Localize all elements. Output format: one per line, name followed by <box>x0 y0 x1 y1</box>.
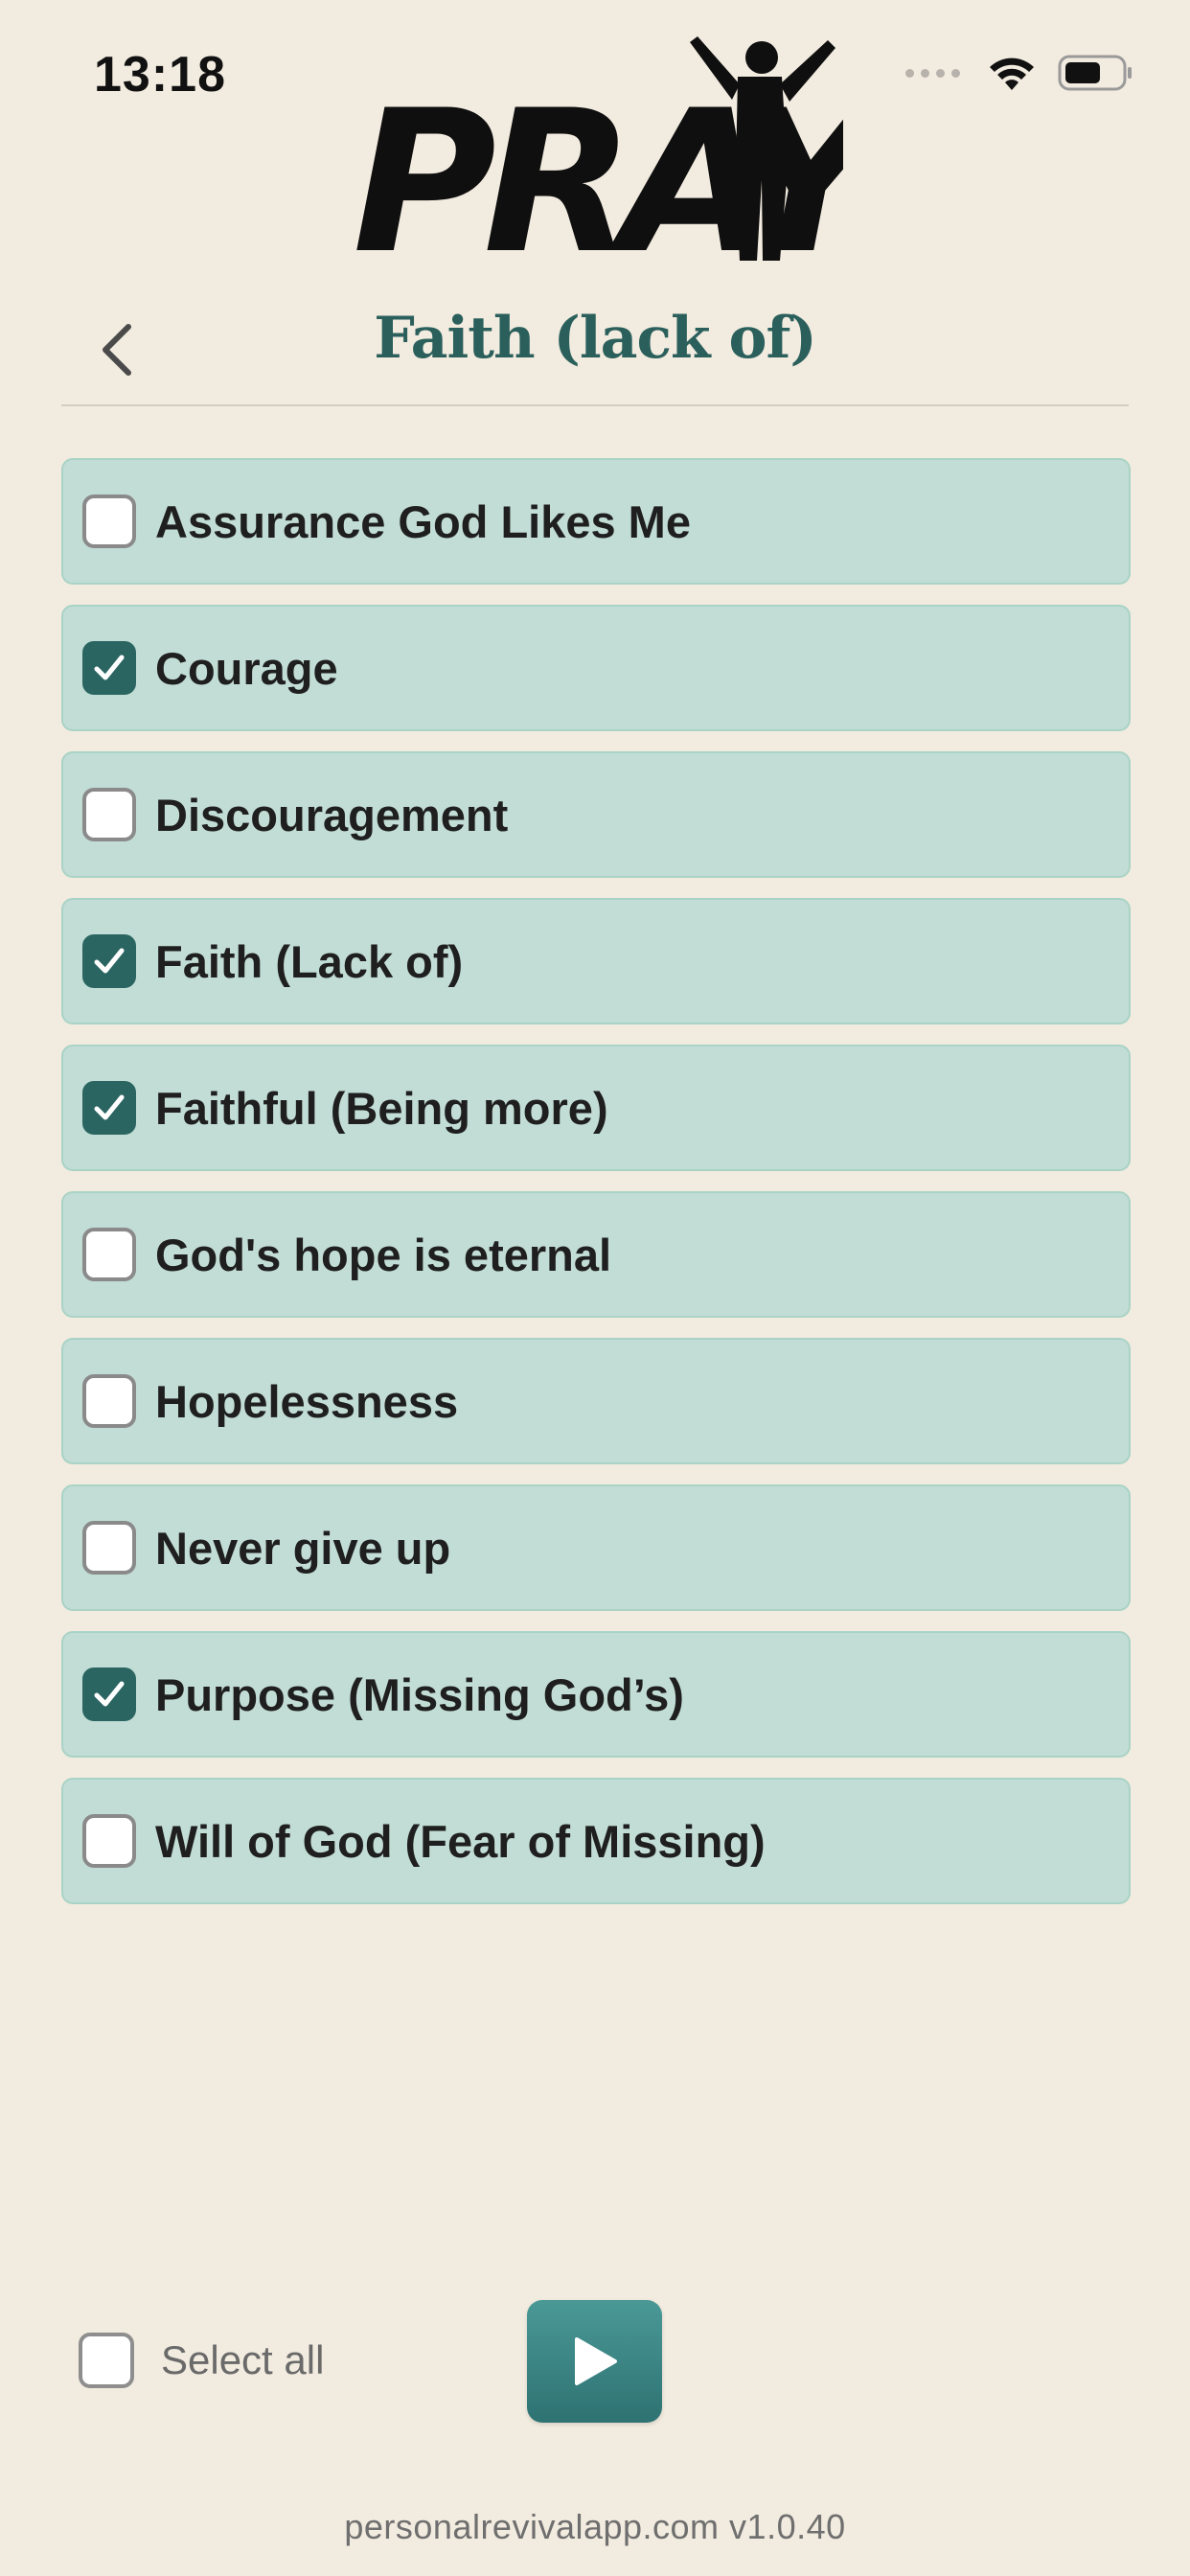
topic-checkbox[interactable] <box>82 1521 136 1575</box>
topic-row[interactable]: Discouragement <box>61 751 1131 878</box>
checkmark-icon <box>94 948 125 974</box>
topic-row[interactable]: Purpose (Missing God’s) <box>61 1631 1131 1758</box>
topic-checkbox[interactable] <box>82 641 136 695</box>
topic-checkbox[interactable] <box>82 494 136 548</box>
play-button[interactable] <box>527 2300 662 2423</box>
topic-row[interactable]: Assurance God Likes Me <box>61 458 1131 585</box>
topic-label: Purpose (Missing God’s) <box>155 1668 684 1720</box>
topic-label: Discouragement <box>155 789 509 840</box>
topic-row[interactable]: Courage <box>61 605 1131 731</box>
battery-icon <box>1058 55 1132 91</box>
cellular-signal-icon <box>905 68 960 78</box>
topic-checkbox[interactable] <box>82 788 136 841</box>
topic-row[interactable]: Never give up <box>61 1484 1131 1611</box>
topic-checkbox[interactable] <box>82 1668 136 1721</box>
footer-version: personalrevivalapp.com v1.0.40 <box>344 2507 846 2546</box>
checkmark-icon <box>94 655 125 680</box>
topic-label: Will of God (Fear of Missing) <box>155 1815 766 1867</box>
topic-row[interactable]: Faithful (Being more) <box>61 1045 1131 1171</box>
topic-checkbox[interactable] <box>82 1814 136 1868</box>
topic-label: Courage <box>155 642 338 694</box>
topic-label: Never give up <box>155 1522 451 1574</box>
status-icons <box>905 54 1134 92</box>
topic-row[interactable]: Hopelessness <box>61 1338 1131 1464</box>
page-title: Faith (lack of) <box>374 305 816 372</box>
select-all-toggle[interactable]: Select all <box>79 2333 324 2388</box>
topic-row[interactable]: Will of God (Fear of Missing) <box>61 1778 1131 1904</box>
select-all-checkbox[interactable] <box>79 2333 134 2388</box>
topic-label: Faithful (Being more) <box>155 1082 608 1134</box>
topic-checkbox[interactable] <box>82 1374 136 1428</box>
wifi-icon <box>990 58 1034 90</box>
topic-checkbox[interactable] <box>82 1228 136 1281</box>
topic-row[interactable]: God's hope is eternal <box>61 1191 1131 1318</box>
topic-label: Faith (Lack of) <box>155 935 464 987</box>
checkmark-icon <box>94 1094 125 1120</box>
play-icon <box>574 2337 617 2385</box>
pray-logo: PRAY <box>353 36 843 264</box>
topic-row[interactable]: Faith (Lack of) <box>61 898 1131 1024</box>
select-all-label: Select all <box>161 2337 325 2382</box>
topic-checkbox[interactable] <box>82 934 136 988</box>
topic-label: Assurance God Likes Me <box>155 495 691 547</box>
topic-checkbox[interactable] <box>82 1081 136 1135</box>
status-time: 13:18 <box>94 47 226 103</box>
topic-label: Hopelessness <box>155 1375 459 1427</box>
topic-label: God's hope is eternal <box>155 1229 612 1280</box>
topic-list: Assurance God Likes Me Courage Discouragem… <box>61 458 1131 1904</box>
header-divider <box>61 404 1129 406</box>
checkmark-icon <box>94 1681 125 1707</box>
screen: 13:18 PRAY Faith (lack of) Assurance God… <box>0 0 1190 2576</box>
